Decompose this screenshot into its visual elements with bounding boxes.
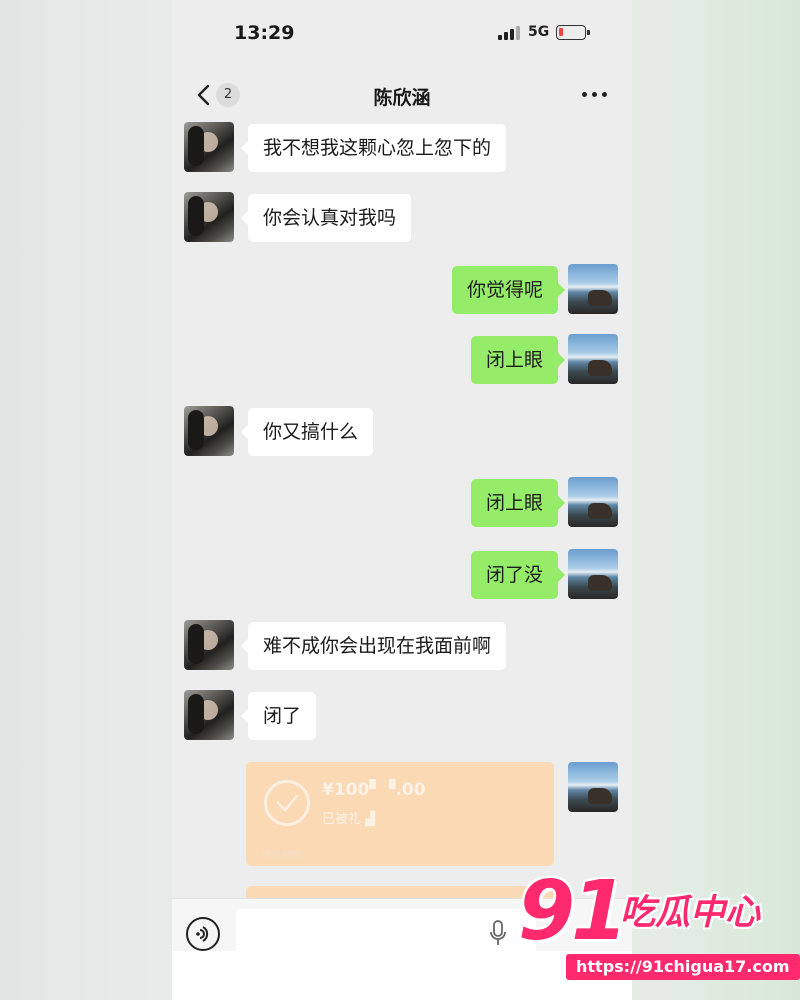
self-avatar[interactable]: [568, 762, 618, 812]
message-row: 我不想我这颗心忽上忽下的: [172, 122, 632, 174]
contact-avatar[interactable]: [184, 620, 234, 670]
contact-avatar[interactable]: [184, 406, 234, 456]
signal-icon: [498, 26, 520, 40]
message-bubble-received[interactable]: 难不成你会出现在我面前啊: [240, 622, 507, 670]
contact-avatar[interactable]: [184, 122, 234, 172]
watermark-number: 91: [518, 864, 628, 959]
back-icon[interactable]: [192, 82, 218, 108]
microphone-icon[interactable]: [488, 919, 508, 949]
transfer-card[interactable]: ¥100▘▝.00 已被礼 ▟ 微信转账: [246, 762, 554, 866]
message-row: 闭上眼: [172, 334, 632, 386]
transfer-amount: ¥100▘▝.00: [322, 780, 426, 800]
transfer-status: 已被礼 ▟: [322, 812, 376, 827]
message-bubble-received[interactable]: 我不想我这颗心忽上忽下的: [240, 124, 507, 172]
self-avatar[interactable]: [568, 549, 618, 599]
chat-title: 陈欣涵: [373, 87, 431, 109]
message-bubble-sent[interactable]: 闭上眼: [470, 479, 566, 527]
contact-avatar[interactable]: [184, 690, 234, 740]
message-bubble-sent[interactable]: 你觉得呢: [451, 266, 566, 314]
network-type: 5G: [528, 24, 550, 40]
contact-avatar[interactable]: [184, 192, 234, 242]
self-avatar[interactable]: [568, 334, 618, 384]
message-row: 你又搞什么: [172, 406, 632, 458]
message-row: 闭了没: [172, 549, 632, 601]
status-time: 13:29: [234, 22, 295, 44]
message-row: 你觉得呢: [172, 264, 632, 316]
unread-count-badge[interactable]: 2: [216, 83, 240, 107]
phone-screen: 13:29 5G 2 陈欣涵 我不想我这颗心忽上忽下的 你会认真对我吗 你觉得呢…: [172, 0, 632, 1000]
message-bubble-received[interactable]: 你会认真对我吗: [240, 194, 412, 242]
message-bubble-sent[interactable]: 闭了没: [470, 551, 566, 599]
self-avatar[interactable]: [568, 264, 618, 314]
watermark-url: https://91chigua17.com: [566, 954, 800, 980]
message-row: 闭上眼: [172, 477, 632, 529]
site-watermark: 91 吃瓜中心 https://91chigua17.com: [512, 864, 800, 994]
message-bubble-sent[interactable]: 闭上眼: [470, 336, 566, 384]
voice-toggle-icon[interactable]: [186, 917, 220, 951]
message-row: 你会认真对我吗: [172, 192, 632, 244]
check-circle-icon: [264, 780, 310, 826]
message-bubble-received[interactable]: 你又搞什么: [240, 408, 374, 456]
message-bubble-received[interactable]: 闭了: [240, 692, 317, 740]
chat-header: 2 陈欣涵: [172, 70, 632, 120]
message-row: 难不成你会出现在我面前啊: [172, 620, 632, 672]
transfer-footer: 微信转账: [262, 850, 302, 861]
self-avatar[interactable]: [568, 477, 618, 527]
battery-icon: [556, 25, 590, 40]
more-options-icon[interactable]: [582, 92, 608, 98]
status-bar: 13:29 5G: [172, 0, 632, 64]
message-row: 闭了: [172, 690, 632, 742]
watermark-name: 吃瓜中心: [620, 893, 761, 933]
